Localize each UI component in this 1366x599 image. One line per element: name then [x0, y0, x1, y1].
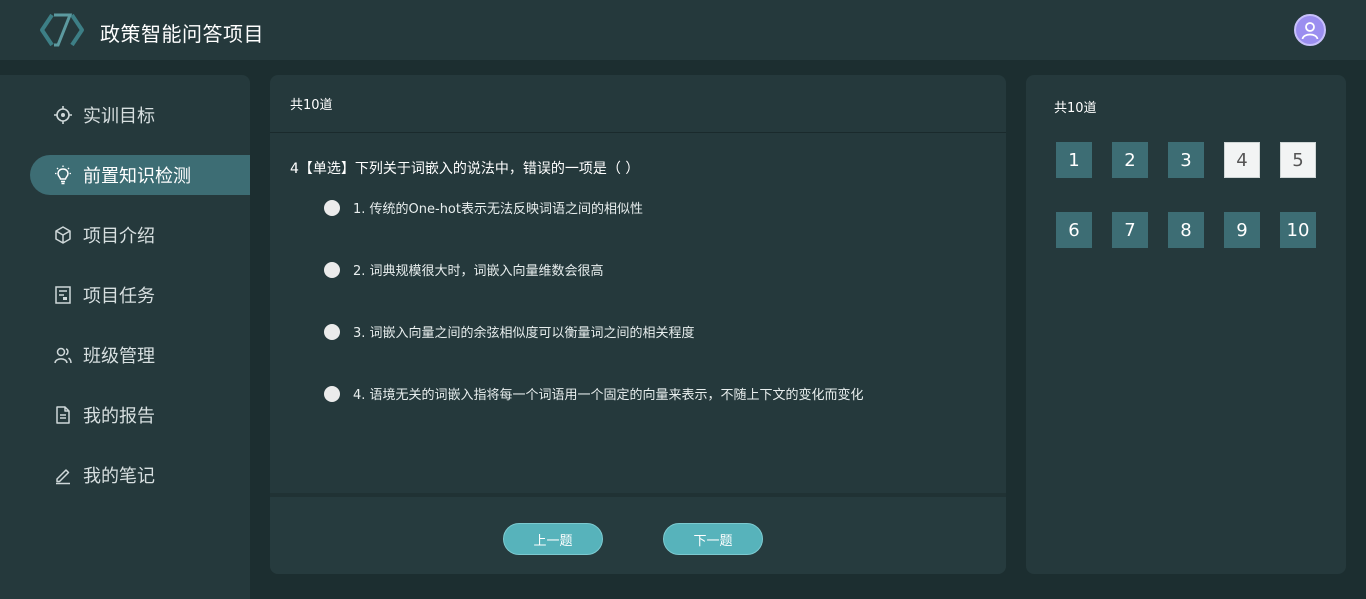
cube-icon [52, 224, 74, 246]
option-label: 4. 语境无关的词嵌入指将每一个词语用一个固定的向量来表示，不随上下文的变化而变… [353, 388, 864, 403]
sidebar-item-label: 项目任务 [83, 286, 155, 307]
option-3[interactable]: 3. 词嵌入向量之间的余弦相似度可以衡量词之间的相关程度 [324, 322, 695, 341]
sidebar-item-training-goal[interactable]: 实训目标 [30, 95, 250, 135]
next-question-button[interactable]: 下一题 [663, 523, 763, 555]
user-icon [1301, 22, 1319, 40]
question-number-button[interactable]: 6 [1056, 212, 1092, 248]
sidebar-item-label: 我的报告 [83, 406, 155, 427]
question-footer: 上一题 下一题 [270, 493, 1006, 574]
question-text: 4【单选】下列关于词嵌入的说法中，错误的一项是（ ） [290, 161, 640, 177]
question-number-button[interactable]: 8 [1168, 212, 1204, 248]
question-number-button[interactable]: 3 [1168, 142, 1204, 178]
option-label: 1. 传统的One-hot表示无法反映词语之间的相似性 [353, 202, 643, 217]
option-label: 2. 词典规模很大时，词嵌入向量维数会很高 [353, 264, 604, 279]
radio-button[interactable] [324, 199, 340, 216]
user-avatar-icon[interactable] [1294, 14, 1326, 46]
sidebar-item-my-notes[interactable]: 我的笔记 [30, 455, 250, 495]
sidebar-item-project-tasks[interactable]: 项目任务 [30, 275, 250, 315]
sidebar: 实训目标 前置知识检测 项目介绍 项目任务 班级管理 我的报告 我的笔记 [0, 75, 250, 599]
question-number-button-current[interactable]: 4 [1224, 142, 1260, 178]
question-number-button[interactable]: 10 [1280, 212, 1316, 248]
question-count: 共10道 [270, 75, 1006, 133]
radio-button[interactable] [324, 323, 340, 340]
lightbulb-icon [52, 164, 74, 186]
top-bar: 政策智能问答项目 [0, 0, 1366, 60]
pen-icon [52, 464, 74, 486]
sidebar-item-label: 班级管理 [83, 346, 155, 367]
radio-button[interactable] [324, 385, 340, 402]
option-1[interactable]: 1. 传统的One-hot表示无法反映词语之间的相似性 [324, 198, 643, 217]
sidebar-item-label: 前置知识检测 [83, 166, 191, 187]
radio-button[interactable] [324, 261, 340, 278]
sidebar-item-project-intro[interactable]: 项目介绍 [30, 215, 250, 255]
question-panel: 共10道 4【单选】下列关于词嵌入的说法中，错误的一项是（ ） 1. 传统的On… [270, 75, 1006, 574]
question-number-button[interactable]: 1 [1056, 142, 1092, 178]
question-number-button[interactable]: 5 [1280, 142, 1316, 178]
sidebar-item-label: 实训目标 [83, 106, 155, 127]
sidebar-item-label: 我的笔记 [83, 466, 155, 487]
question-nav-panel: 共10道 1 2 3 4 5 6 7 8 9 10 [1026, 75, 1346, 574]
question-number-button[interactable]: 7 [1112, 212, 1148, 248]
question-count: 共10道 [1054, 101, 1097, 116]
document-icon [52, 404, 74, 426]
task-icon [52, 284, 74, 306]
sidebar-item-pre-knowledge-test[interactable]: 前置知识检测 [30, 155, 250, 195]
sidebar-item-class-management[interactable]: 班级管理 [30, 335, 250, 375]
question-number-button[interactable]: 2 [1112, 142, 1148, 178]
option-4[interactable]: 4. 语境无关的词嵌入指将每一个词语用一个固定的向量来表示，不随上下文的变化而变… [324, 384, 864, 403]
users-icon [52, 344, 74, 366]
question-number-button[interactable]: 9 [1224, 212, 1260, 248]
sidebar-item-label: 项目介绍 [83, 226, 155, 247]
option-label: 3. 词嵌入向量之间的余弦相似度可以衡量词之间的相关程度 [353, 326, 695, 341]
option-2[interactable]: 2. 词典规模很大时，词嵌入向量维数会很高 [324, 260, 604, 279]
logo-icon [40, 13, 84, 47]
sidebar-item-my-report[interactable]: 我的报告 [30, 395, 250, 435]
prev-question-button[interactable]: 上一题 [503, 523, 603, 555]
app-title: 政策智能问答项目 [100, 22, 264, 46]
target-icon [52, 104, 74, 126]
